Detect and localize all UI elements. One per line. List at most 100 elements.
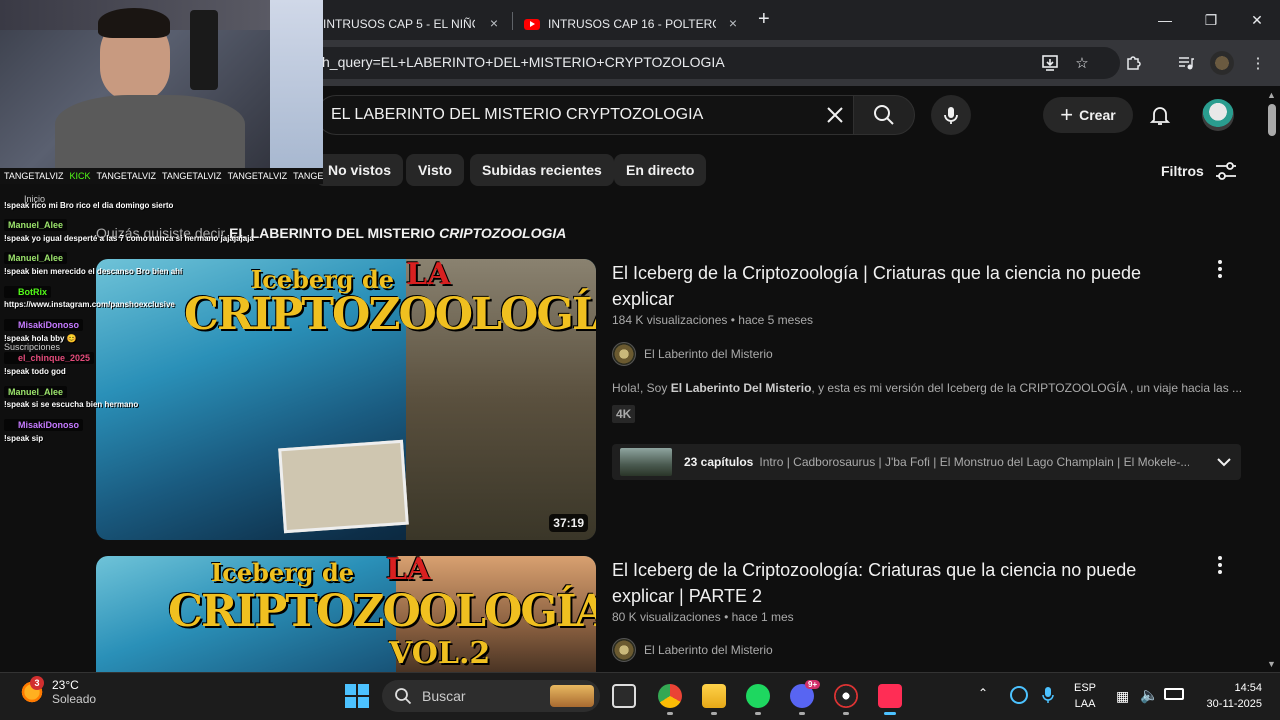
youtube-favicon-icon — [524, 18, 540, 30]
thumbnail-text-la: LA — [386, 556, 431, 587]
suggestion-bold: EL LABERINTO DEL MISTERIO — [229, 225, 440, 241]
clear-search-icon[interactable] — [824, 104, 846, 126]
thumbnail-text-line2: CRIPTOZOOLOGÍA — [184, 289, 596, 340]
voice-search-button[interactable] — [931, 95, 971, 135]
weather-badge: 3 — [30, 676, 44, 690]
tab-title: INTRUSOS CAP 5 - EL NIÑO FANTASMA — [323, 17, 475, 31]
channel-link[interactable]: El Laberinto del Misterio — [612, 638, 773, 662]
tab-intrusos-cap5[interactable]: INTRUSOS CAP 5 - EL NIÑO FANTASMA × — [323, 8, 503, 40]
chrome-menu-icon[interactable]: ⋮ — [1246, 51, 1270, 75]
scrollbar-thumb[interactable] — [1268, 104, 1276, 136]
profile-avatar[interactable] — [1210, 51, 1234, 75]
chip-en-directo[interactable]: En directo — [614, 154, 707, 186]
chip-subidas-recientes[interactable]: Subidas recientes — [470, 154, 614, 186]
weather-widget[interactable]: 3 23°C Soleado — [20, 676, 96, 706]
upload-age: hace 1 mes — [731, 610, 794, 624]
chrome-icon[interactable] — [658, 684, 682, 708]
taskbar-search[interactable]: Buscar — [382, 680, 600, 712]
description-suffix: , y esta es mi versión del Iceberg de la… — [811, 381, 1243, 395]
clock-date: 30-11-2025 — [1206, 698, 1262, 710]
filters-label: Filtros — [1161, 163, 1204, 179]
close-icon[interactable]: × — [485, 14, 503, 32]
new-tab-button[interactable]: + — [758, 8, 770, 31]
webcam-window-light — [270, 0, 323, 168]
taskbar-search-placeholder: Buscar — [422, 688, 466, 704]
social-handle: TANGETALVIZ — [4, 171, 64, 181]
file-explorer-icon[interactable] — [702, 684, 726, 708]
file-task-view-icon[interactable] — [612, 684, 636, 708]
close-icon[interactable]: × — [724, 14, 742, 32]
windows-start-icon[interactable] — [345, 684, 369, 708]
more-actions-icon[interactable] — [1210, 553, 1230, 577]
page-scrollbar[interactable] — [1264, 86, 1280, 672]
chevron-up-icon[interactable]: ⌃ — [978, 686, 988, 700]
chapters-bar[interactable]: 23 capítulos Intro | Cadborosaurus | J'b… — [612, 444, 1241, 480]
clock[interactable]: 14:54 30-11-2025 — [1196, 680, 1262, 712]
channel-link[interactable]: El Laberinto del Misterio — [612, 342, 773, 366]
bookmark-star-icon[interactable]: ☆ — [1070, 51, 1094, 75]
chip-no-vistos[interactable]: No vistos — [316, 154, 404, 186]
channel-name: El Laberinto del Misterio — [644, 347, 773, 361]
search-highlight-image — [550, 685, 594, 707]
streamer-webcam — [0, 0, 323, 168]
social-handle: TANGETALVIZ — [162, 171, 222, 181]
search-button[interactable] — [853, 95, 915, 135]
scroll-up-arrow-icon[interactable]: ▲ — [1267, 90, 1276, 100]
tiktok-icon[interactable] — [878, 684, 902, 708]
close-window-button[interactable]: ✕ — [1234, 6, 1280, 34]
search-icon — [395, 688, 412, 705]
media-control-icon[interactable] — [1174, 51, 1198, 75]
user-avatar[interactable] — [1202, 99, 1234, 131]
volume-icon[interactable]: 🔈 — [1140, 686, 1159, 704]
upload-age: hace 5 meses — [738, 313, 814, 327]
extensions-icon[interactable] — [1121, 51, 1145, 75]
spotify-icon[interactable] — [746, 684, 770, 708]
microphone-tray-icon[interactable] — [1042, 686, 1054, 704]
chat-message: !speak si se escucha bien hermano — [4, 400, 139, 409]
chat-username: MisakiDonoso — [4, 419, 84, 431]
notifications-bell-icon[interactable] — [1148, 103, 1172, 127]
search-query[interactable]: EL LABERINTO DEL MISTERIO CRYPTOZOLOGIA — [331, 106, 703, 124]
sun-icon: 3 — [20, 676, 44, 704]
weather-temp: 23°C — [52, 678, 79, 692]
chat-message: !speak yo igual desperté a las 7 como nu… — [4, 234, 254, 243]
chat-message: !speak sip — [4, 434, 44, 443]
weather-text: 23°C Soleado — [52, 678, 96, 706]
minimize-button[interactable]: — — [1142, 6, 1188, 34]
video-title[interactable]: El Iceberg de la Criptozoología: Criatur… — [612, 557, 1172, 609]
tab-intrusos-cap16[interactable]: INTRUSOS CAP 16 - POLTERGEIST × — [524, 8, 742, 40]
chat-message: https://www.instagram.com/panshoexclusiv… — [4, 300, 175, 309]
url-text[interactable]: h_query=EL+LABERINTO+DEL+MISTERIO+CRYPTO… — [322, 54, 725, 70]
thumbnail-text-vol: VOL.2 — [389, 636, 491, 671]
restore-button[interactable]: ❐ — [1188, 6, 1234, 34]
chat-username: Manuel_Alee — [4, 219, 68, 231]
more-actions-icon[interactable] — [1210, 257, 1230, 281]
create-label: Crear — [1079, 107, 1116, 123]
active-indicator — [843, 712, 849, 715]
view-count: 80 K visualizaciones — [612, 610, 721, 624]
create-button[interactable]: + Crear — [1043, 97, 1133, 133]
thumbnail-photo — [278, 439, 409, 534]
language-indicator[interactable]: ESP LAA — [1074, 680, 1096, 712]
chat-username: el_chinque_2025 — [4, 352, 95, 364]
description-bold: El Laberinto Del Misterio — [670, 381, 812, 395]
sync-icon[interactable] — [1010, 686, 1028, 704]
install-app-icon[interactable] — [1038, 51, 1062, 75]
video-title[interactable]: El Iceberg de la Criptozoología | Criatu… — [612, 260, 1172, 312]
video-thumbnail[interactable]: Iceberg de LA CRIPTOZOOLOGÍA VOL.2 — [96, 556, 596, 672]
plus-icon: + — [1060, 102, 1074, 127]
channel-avatar — [612, 638, 636, 662]
thumbnail-text-la: LA — [406, 259, 451, 292]
chevron-down-icon[interactable] — [1215, 453, 1233, 471]
obs-icon[interactable] — [834, 684, 858, 708]
chat-message: !speak hola bby 😊 — [4, 334, 77, 343]
network-icon[interactable]: ▦ — [1116, 688, 1129, 705]
social-handle: TANGETALVIZ — [227, 171, 288, 181]
filters-button[interactable]: Filtros — [1161, 160, 1238, 182]
chip-visto[interactable]: Visto — [406, 154, 464, 186]
chapters-list: Intro | Cadborosaurus | J'ba Fofi | El M… — [759, 455, 1190, 469]
lang-code: ESP — [1074, 682, 1097, 694]
battery-icon[interactable] — [1164, 688, 1184, 700]
thumbnail-text-line1: Iceberg de — [211, 558, 354, 587]
scroll-down-arrow-icon[interactable]: ▼ — [1267, 659, 1276, 669]
